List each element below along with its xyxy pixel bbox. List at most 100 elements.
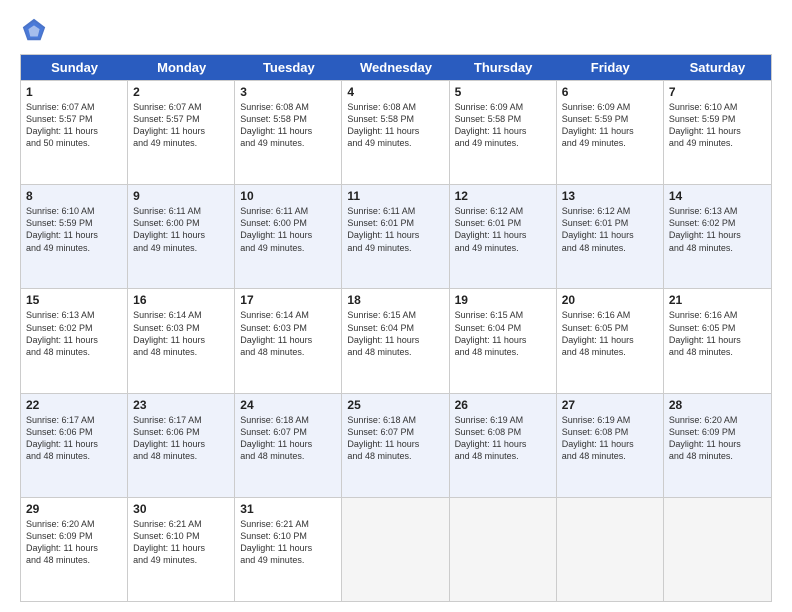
weekday-header-friday: Friday: [557, 55, 664, 80]
day-cell-17: 17 Sunrise: 6:14 AM Sunset: 6:03 PM Dayli…: [235, 289, 342, 392]
day-number: 9: [133, 189, 229, 203]
day-number: 27: [562, 398, 658, 412]
day-info: Sunrise: 6:15 AM Sunset: 6:04 PM Dayligh…: [347, 309, 443, 358]
day-info: Sunrise: 6:13 AM Sunset: 6:02 PM Dayligh…: [26, 309, 122, 358]
day-info: Sunrise: 6:16 AM Sunset: 6:05 PM Dayligh…: [562, 309, 658, 358]
day-info: Sunrise: 6:07 AM Sunset: 5:57 PM Dayligh…: [133, 101, 229, 150]
day-info: Sunrise: 6:12 AM Sunset: 6:01 PM Dayligh…: [455, 205, 551, 254]
day-cell-2: 2 Sunrise: 6:07 AM Sunset: 5:57 PM Daylig…: [128, 81, 235, 184]
day-number: 15: [26, 293, 122, 307]
day-info: Sunrise: 6:18 AM Sunset: 6:07 PM Dayligh…: [347, 414, 443, 463]
calendar-row-1: 8 Sunrise: 6:10 AM Sunset: 5:59 PM Daylig…: [21, 184, 771, 288]
calendar: SundayMondayTuesdayWednesdayThursdayFrid…: [20, 54, 772, 602]
day-cell-26: 26 Sunrise: 6:19 AM Sunset: 6:08 PM Dayli…: [450, 394, 557, 497]
day-number: 17: [240, 293, 336, 307]
day-cell-4: 4Sunrise: 6:08 AM Sunset: 5:58 PM Daylig…: [342, 81, 449, 184]
day-info: Sunrise: 6:15 AM Sunset: 6:04 PM Dayligh…: [455, 309, 551, 358]
day-info: Sunrise: 6:19 AM Sunset: 6:08 PM Dayligh…: [562, 414, 658, 463]
page: SundayMondayTuesdayWednesdayThursdayFrid…: [0, 0, 792, 612]
day-cell-1: 1 Sunrise: 6:07 AM Sunset: 5:57 PM Daylig…: [21, 81, 128, 184]
day-cell-31: 31 Sunrise: 6:21 AM Sunset: 6:10 PM Dayli…: [235, 498, 342, 601]
day-cell-16: 16 Sunrise: 6:14 AM Sunset: 6:03 PM Dayli…: [128, 289, 235, 392]
day-cell-11: 11 Sunrise: 6:11 AM Sunset: 6:01 PM Dayli…: [342, 185, 449, 288]
day-info: Sunrise: 6:18 AM Sunset: 6:07 PM Dayligh…: [240, 414, 336, 463]
day-cell-20: 20 Sunrise: 6:16 AM Sunset: 6:05 PM Dayli…: [557, 289, 664, 392]
day-number: 16: [133, 293, 229, 307]
day-number: 25: [347, 398, 443, 412]
weekday-header-wednesday: Wednesday: [342, 55, 449, 80]
day-number: 31: [240, 502, 336, 516]
empty-cell: [664, 498, 771, 601]
day-number: 19: [455, 293, 551, 307]
day-info: Sunrise: 6:07 AM Sunset: 5:57 PM Dayligh…: [26, 101, 122, 150]
day-cell-28: 28 Sunrise: 6:20 AM Sunset: 6:09 PM Dayli…: [664, 394, 771, 497]
day-number: 5: [455, 85, 551, 99]
day-info: Sunrise: 6:21 AM Sunset: 6:10 PM Dayligh…: [240, 518, 336, 567]
day-number: 11: [347, 189, 443, 203]
day-cell-25: 25 Sunrise: 6:18 AM Sunset: 6:07 PM Dayli…: [342, 394, 449, 497]
day-number: 3: [240, 85, 336, 99]
day-number: 12: [455, 189, 551, 203]
day-info: Sunrise: 6:11 AM Sunset: 6:01 PM Dayligh…: [347, 205, 443, 254]
logo: [20, 16, 52, 44]
weekday-header-monday: Monday: [128, 55, 235, 80]
day-info: Sunrise: 6:19 AM Sunset: 6:08 PM Dayligh…: [455, 414, 551, 463]
day-number: 1: [26, 85, 122, 99]
weekday-header-saturday: Saturday: [664, 55, 771, 80]
day-cell-23: 23 Sunrise: 6:17 AM Sunset: 6:06 PM Dayli…: [128, 394, 235, 497]
calendar-row-4: 29Sunrise: 6:20 AM Sunset: 6:09 PM Dayli…: [21, 497, 771, 601]
calendar-row-3: 22 Sunrise: 6:17 AM Sunset: 6:06 PM Dayli…: [21, 393, 771, 497]
day-cell-8: 8 Sunrise: 6:10 AM Sunset: 5:59 PM Daylig…: [21, 185, 128, 288]
day-number: 26: [455, 398, 551, 412]
header: [20, 16, 772, 44]
day-number: 20: [562, 293, 658, 307]
day-info: Sunrise: 6:10 AM Sunset: 5:59 PM Dayligh…: [26, 205, 122, 254]
day-cell-9: 9Sunrise: 6:11 AM Sunset: 6:00 PM Daylig…: [128, 185, 235, 288]
day-cell-21: 21Sunrise: 6:16 AM Sunset: 6:05 PM Dayli…: [664, 289, 771, 392]
day-number: 30: [133, 502, 229, 516]
day-number: 8: [26, 189, 122, 203]
calendar-body: 1 Sunrise: 6:07 AM Sunset: 5:57 PM Daylig…: [21, 80, 771, 601]
day-info: Sunrise: 6:20 AM Sunset: 6:09 PM Dayligh…: [26, 518, 122, 567]
day-cell-13: 13Sunrise: 6:12 AM Sunset: 6:01 PM Dayli…: [557, 185, 664, 288]
day-info: Sunrise: 6:17 AM Sunset: 6:06 PM Dayligh…: [133, 414, 229, 463]
day-cell-14: 14Sunrise: 6:13 AM Sunset: 6:02 PM Dayli…: [664, 185, 771, 288]
day-number: 24: [240, 398, 336, 412]
day-cell-6: 6 Sunrise: 6:09 AM Sunset: 5:59 PM Daylig…: [557, 81, 664, 184]
day-number: 21: [669, 293, 766, 307]
day-cell-18: 18 Sunrise: 6:15 AM Sunset: 6:04 PM Dayli…: [342, 289, 449, 392]
day-info: Sunrise: 6:09 AM Sunset: 5:59 PM Dayligh…: [562, 101, 658, 150]
day-cell-19: 19 Sunrise: 6:15 AM Sunset: 6:04 PM Dayli…: [450, 289, 557, 392]
day-number: 22: [26, 398, 122, 412]
day-info: Sunrise: 6:14 AM Sunset: 6:03 PM Dayligh…: [133, 309, 229, 358]
day-cell-24: 24 Sunrise: 6:18 AM Sunset: 6:07 PM Dayli…: [235, 394, 342, 497]
day-number: 18: [347, 293, 443, 307]
day-number: 7: [669, 85, 766, 99]
day-info: Sunrise: 6:14 AM Sunset: 6:03 PM Dayligh…: [240, 309, 336, 358]
day-number: 23: [133, 398, 229, 412]
day-number: 6: [562, 85, 658, 99]
day-number: 28: [669, 398, 766, 412]
empty-cell: [342, 498, 449, 601]
day-number: 2: [133, 85, 229, 99]
day-cell-12: 12 Sunrise: 6:12 AM Sunset: 6:01 PM Dayli…: [450, 185, 557, 288]
day-info: Sunrise: 6:11 AM Sunset: 6:00 PM Dayligh…: [240, 205, 336, 254]
day-cell-7: 7Sunrise: 6:10 AM Sunset: 5:59 PM Daylig…: [664, 81, 771, 184]
day-cell-10: 10 Sunrise: 6:11 AM Sunset: 6:00 PM Dayli…: [235, 185, 342, 288]
day-info: Sunrise: 6:09 AM Sunset: 5:58 PM Dayligh…: [455, 101, 551, 150]
day-info: Sunrise: 6:20 AM Sunset: 6:09 PM Dayligh…: [669, 414, 766, 463]
day-number: 4: [347, 85, 443, 99]
day-cell-3: 3 Sunrise: 6:08 AM Sunset: 5:58 PM Daylig…: [235, 81, 342, 184]
weekday-header-thursday: Thursday: [450, 55, 557, 80]
day-info: Sunrise: 6:08 AM Sunset: 5:58 PM Dayligh…: [240, 101, 336, 150]
logo-icon: [20, 16, 48, 44]
day-cell-29: 29Sunrise: 6:20 AM Sunset: 6:09 PM Dayli…: [21, 498, 128, 601]
day-cell-5: 5 Sunrise: 6:09 AM Sunset: 5:58 PM Daylig…: [450, 81, 557, 184]
empty-cell: [557, 498, 664, 601]
empty-cell: [450, 498, 557, 601]
calendar-row-0: 1 Sunrise: 6:07 AM Sunset: 5:57 PM Daylig…: [21, 80, 771, 184]
day-info: Sunrise: 6:17 AM Sunset: 6:06 PM Dayligh…: [26, 414, 122, 463]
day-number: 10: [240, 189, 336, 203]
calendar-header: SundayMondayTuesdayWednesdayThursdayFrid…: [21, 55, 771, 80]
calendar-row-2: 15 Sunrise: 6:13 AM Sunset: 6:02 PM Dayli…: [21, 288, 771, 392]
